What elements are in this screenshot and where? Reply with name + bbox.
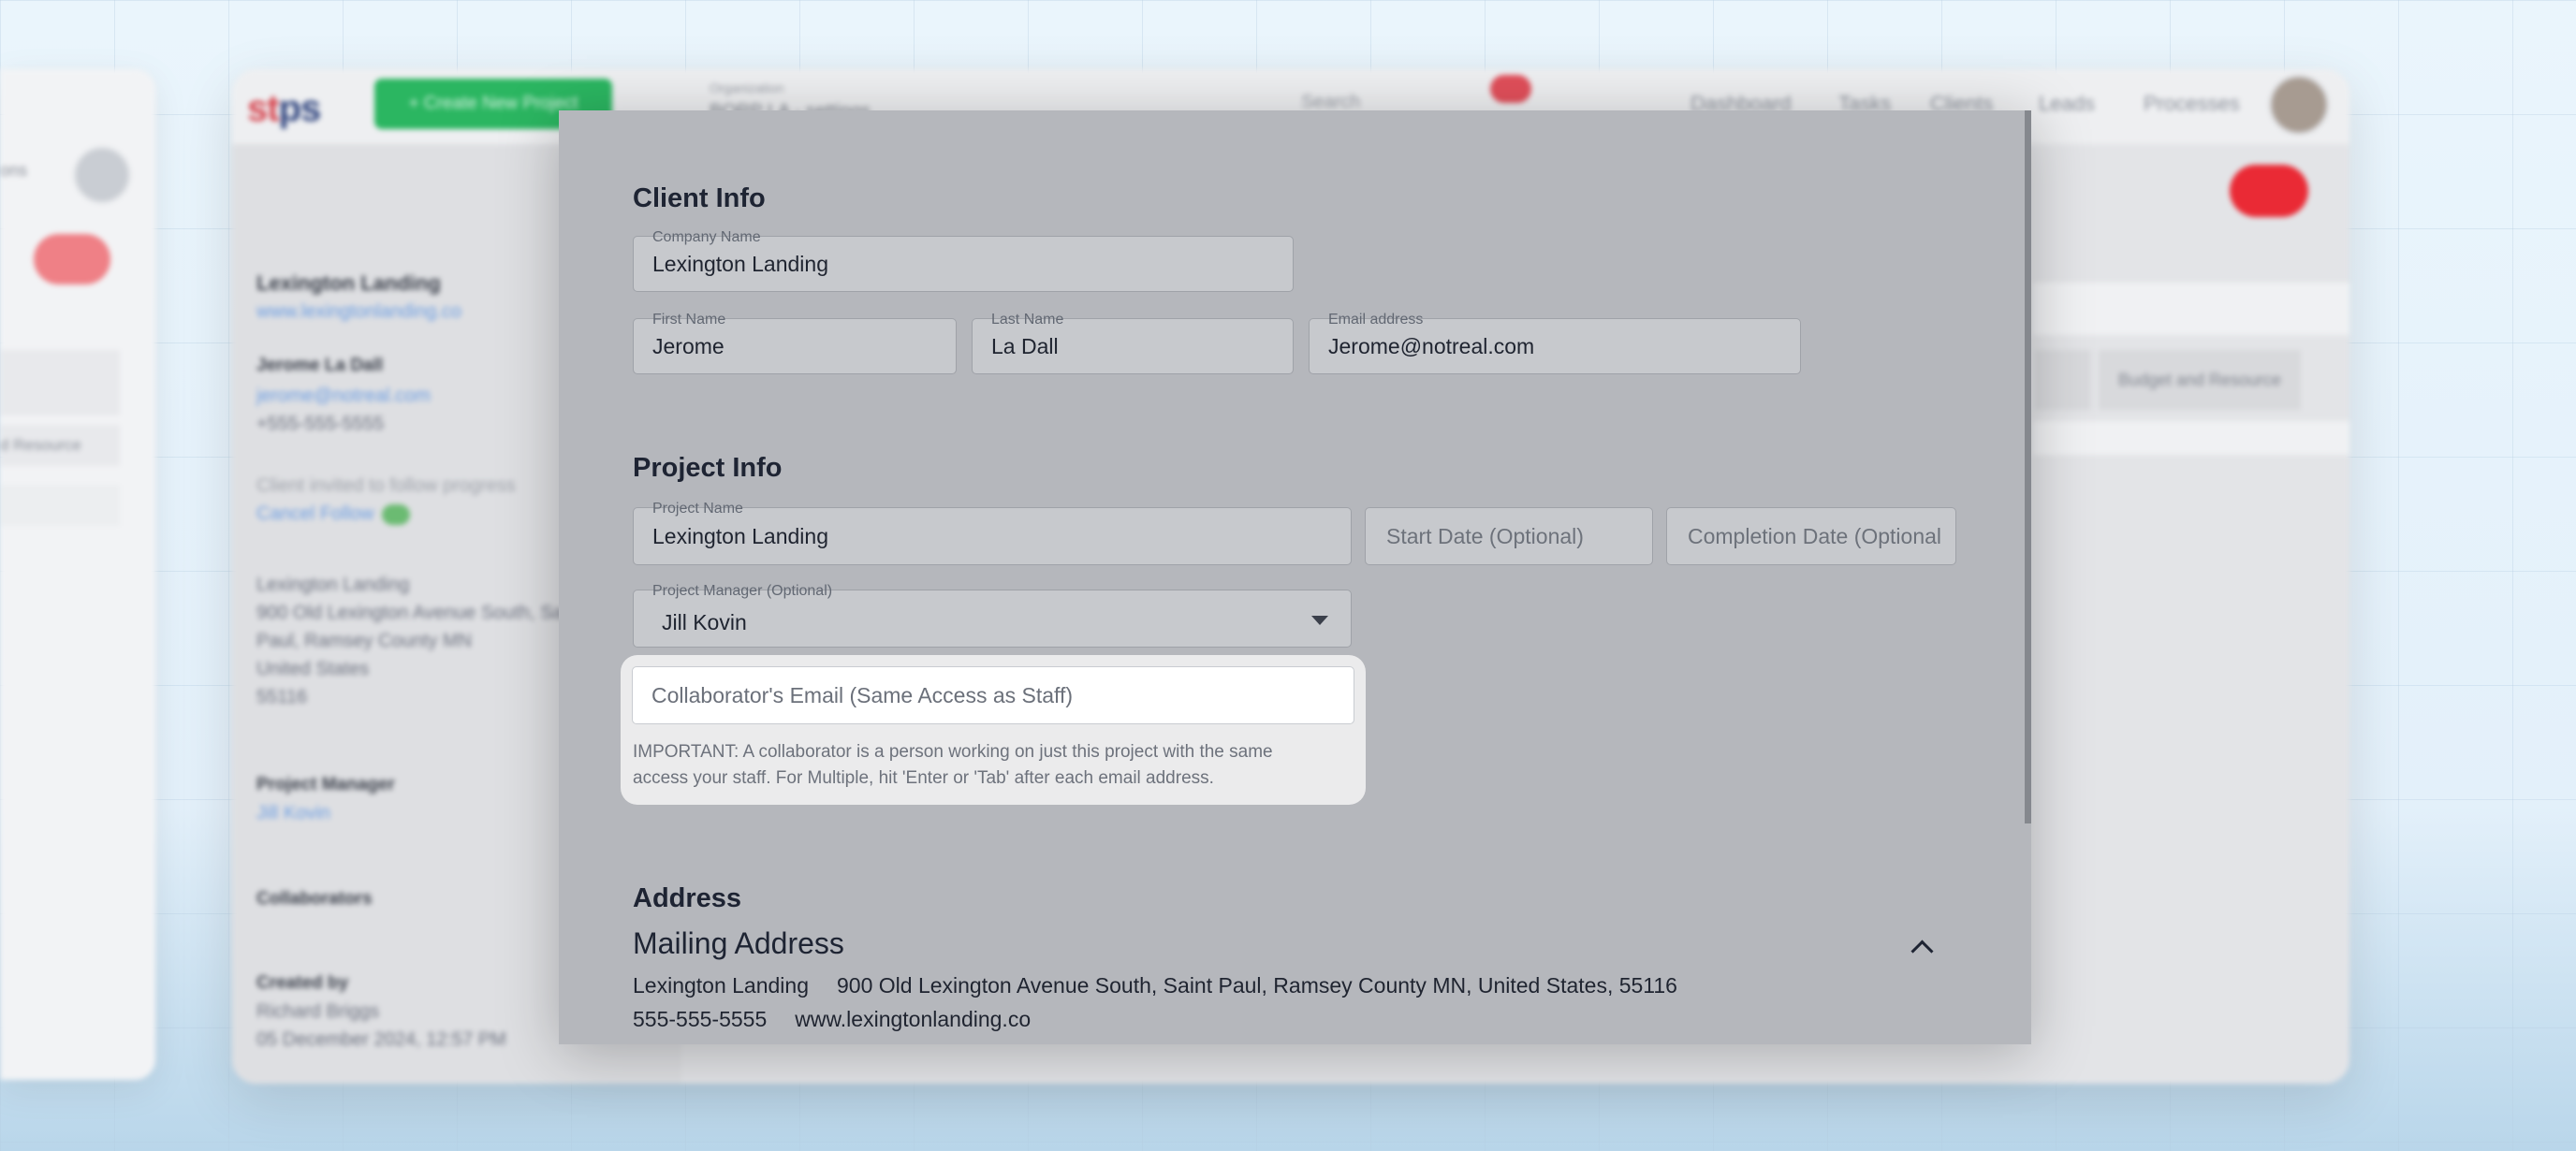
app-logo: stps bbox=[247, 88, 322, 130]
sidebar-contact-phone: +555-555-5555 bbox=[256, 414, 385, 434]
background-tab bbox=[2035, 350, 2091, 410]
sidebar-collab-label: Collaborators bbox=[256, 889, 373, 909]
sidebar-address-line: Lexington Landing bbox=[256, 575, 410, 595]
collaborator-highlight: Collaborator's Email (Same Access as Sta… bbox=[621, 655, 1366, 805]
nav-processes: Processes bbox=[2144, 92, 2240, 115]
mailing-address-heading: Mailing Address bbox=[633, 926, 844, 960]
project-info-heading: Project Info bbox=[633, 453, 783, 483]
avatar bbox=[73, 146, 131, 204]
project-manager-value: Jill Kovin bbox=[662, 609, 747, 634]
nav-leads: Leads bbox=[2039, 92, 2095, 115]
sidebar-contact-email: jerome@notreal.com bbox=[256, 386, 431, 406]
logo-text-red: st bbox=[247, 88, 280, 129]
follow-badge bbox=[381, 503, 410, 525]
background-field bbox=[2033, 283, 2349, 335]
edit-project-modal: Client Info Company Name Lexington Landi… bbox=[559, 110, 2031, 1044]
mailing-address-line: Lexington Landing 900 Old Lexington Avenu… bbox=[633, 973, 1677, 998]
address-website: www.lexingtonlanding.co bbox=[795, 1007, 1032, 1031]
chat-bubble-icon bbox=[34, 234, 110, 284]
mailing-contact-line: 555-555-5555 www.lexingtonlanding.co bbox=[633, 1007, 1031, 1032]
sidebar-cancel-follow: Cancel Follow bbox=[256, 503, 410, 525]
last-name-value: La Dall bbox=[991, 333, 1059, 358]
chevron-down-icon[interactable] bbox=[1311, 616, 1328, 625]
sidebar-created-at: 05 December 2024, 12:57 PM bbox=[256, 1029, 506, 1050]
sidebar-pm-label: Project Manager bbox=[256, 775, 395, 794]
email-field[interactable]: Email address Jerome@notreal.com bbox=[1309, 313, 1801, 374]
cancel-follow-label: Cancel Follow bbox=[256, 503, 374, 524]
client-info-heading: Client Info bbox=[633, 183, 766, 213]
address-name: Lexington Landing bbox=[633, 973, 809, 998]
address-street: 900 Old Lexington Avenue South, Saint Pa… bbox=[837, 973, 1677, 998]
background-tab-label: d Resource bbox=[0, 436, 81, 454]
sidebar-address-line: 55116 bbox=[256, 687, 308, 707]
sidebar-address-line: Paul, Ramsey County MN bbox=[256, 631, 473, 651]
user-avatar bbox=[2269, 75, 2329, 135]
sidebar-created-label: Created by bbox=[256, 973, 349, 993]
modal-scrollbar[interactable] bbox=[2025, 110, 2031, 823]
background-text: ons bbox=[0, 161, 28, 180]
collaborator-email-input[interactable]: Collaborator's Email (Same Access as Sta… bbox=[632, 666, 1354, 724]
logo-text-blue: ps bbox=[278, 88, 322, 129]
completion-date-placeholder: Completion Date (Optional) bbox=[1688, 523, 1940, 548]
last-name-field[interactable]: Last Name La Dall bbox=[972, 313, 1294, 374]
collaborator-help-text: IMPORTANT: A collaborator is a person wo… bbox=[633, 742, 1273, 788]
notification-badge bbox=[1490, 75, 1531, 103]
first-name-field[interactable]: First Name Jerome bbox=[633, 313, 957, 374]
background-tab: d Resource bbox=[0, 425, 120, 466]
address-phone: 555-555-5555 bbox=[633, 1007, 768, 1031]
address-heading: Address bbox=[633, 883, 742, 913]
project-name-field[interactable]: Project Name Lexington Landing bbox=[633, 502, 1352, 565]
sidebar-followers-note: Client invited to follow progress bbox=[256, 475, 516, 496]
chevron-up-icon[interactable] bbox=[1910, 940, 1934, 963]
email-value: Jerome@notreal.com bbox=[1328, 333, 1535, 358]
sidebar-pm-value: Jill Kovin bbox=[256, 803, 330, 823]
start-date-placeholder: Start Date (Optional) bbox=[1386, 523, 1584, 548]
background-window-left: ons d Resource bbox=[0, 69, 155, 1080]
project-manager-select[interactable]: Project Manager (Optional) Jill Kovin bbox=[633, 584, 1352, 648]
chat-bubble-icon bbox=[2230, 165, 2308, 217]
project-name-value: Lexington Landing bbox=[652, 523, 828, 548]
company-name-field[interactable]: Company Name Lexington Landing bbox=[633, 230, 1294, 292]
org-label: Organization bbox=[710, 80, 784, 95]
start-date-field[interactable]: Start Date (Optional) bbox=[1365, 507, 1653, 565]
completion-date-field[interactable]: Completion Date (Optional) bbox=[1666, 507, 1956, 565]
collaborator-email-placeholder: Collaborator's Email (Same Access as Sta… bbox=[651, 682, 1074, 707]
sidebar-company: Lexington Landing bbox=[256, 271, 441, 295]
company-name-value: Lexington Landing bbox=[652, 251, 828, 276]
background-field bbox=[0, 485, 120, 526]
background-field bbox=[2033, 421, 2349, 455]
sidebar-website: www.lexingtonlanding.co bbox=[256, 301, 462, 322]
first-name-value: Jerome bbox=[652, 333, 724, 358]
sidebar-address-line: 900 Old Lexington Avenue South, Sai bbox=[256, 603, 568, 623]
sidebar-created-by: Richard Briggs bbox=[256, 1001, 380, 1022]
background-field bbox=[0, 350, 120, 415]
sidebar-contact-name: Jerome La Dall bbox=[256, 356, 384, 375]
sidebar-address-line: United States bbox=[256, 659, 370, 679]
tab-budget-resource: Budget and Resource bbox=[2099, 350, 2301, 410]
